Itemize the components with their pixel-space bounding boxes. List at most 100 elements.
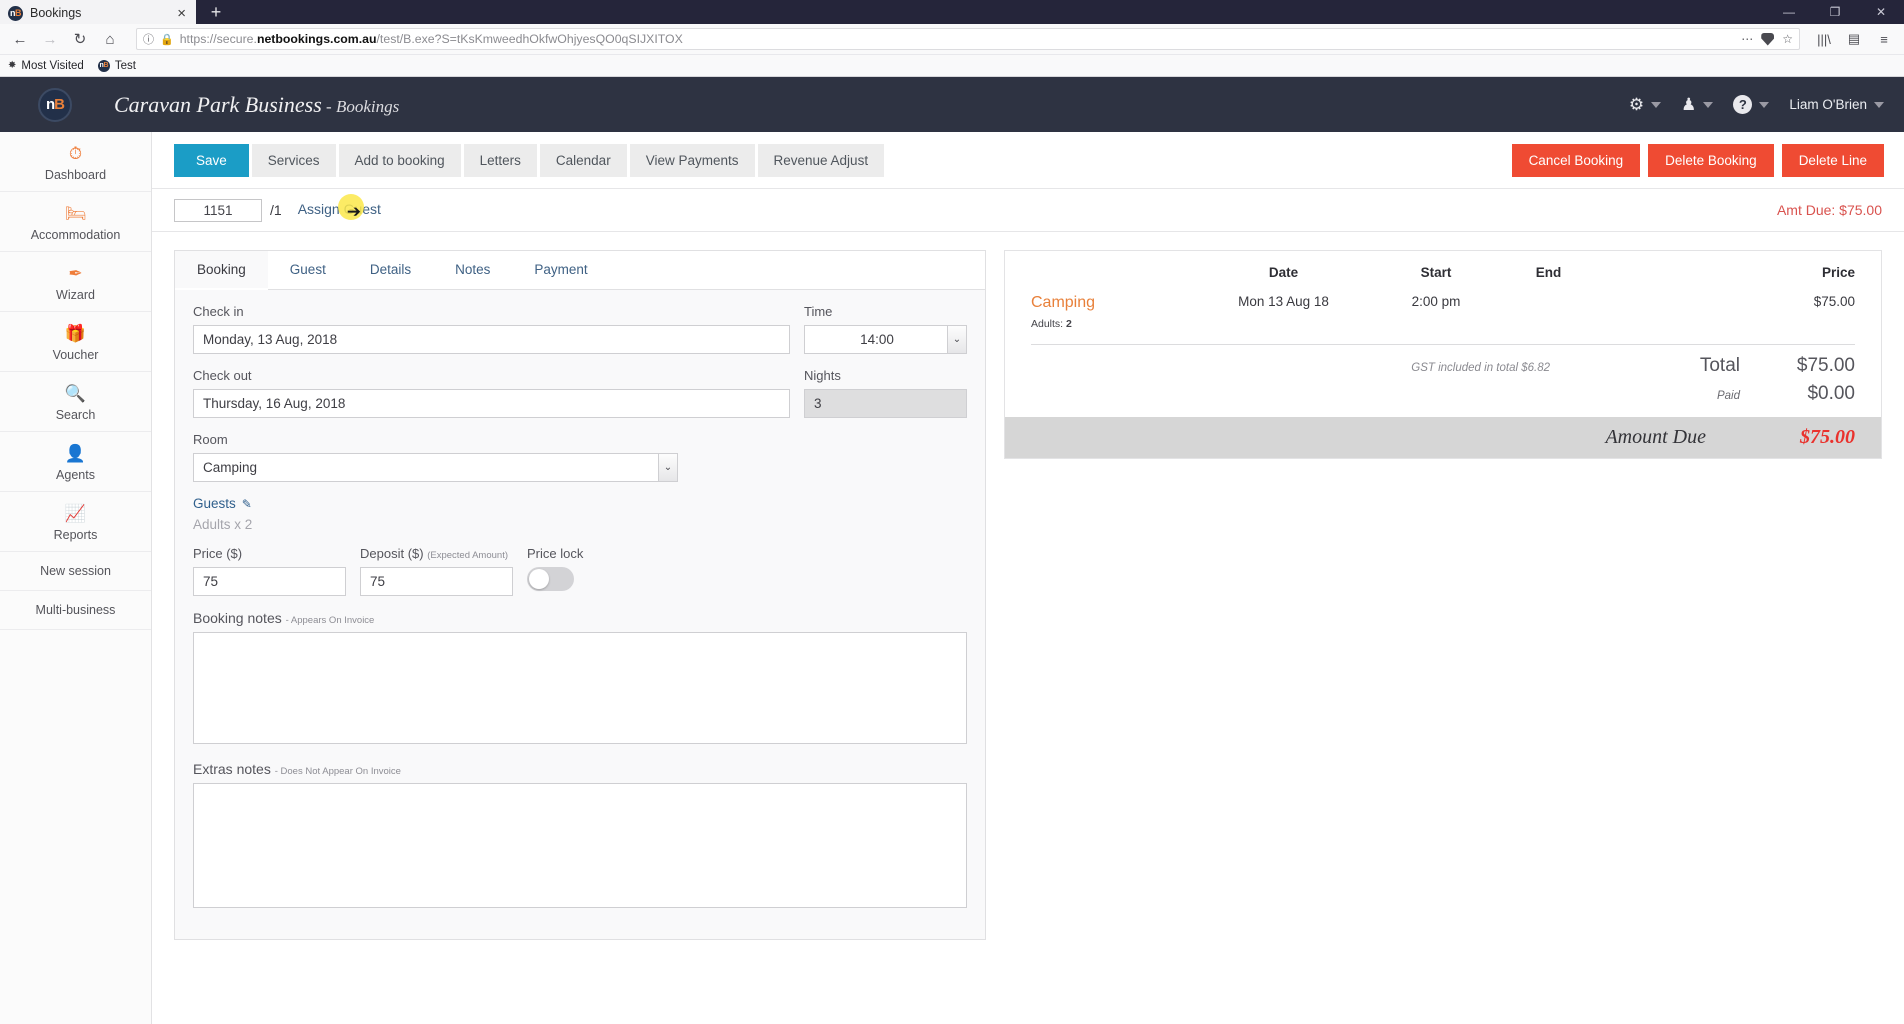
page-info-icon[interactable]: ⓘ	[143, 31, 154, 47]
reload-icon[interactable]: ↻	[66, 26, 94, 52]
bookmark-star-icon[interactable]: ☆	[1782, 32, 1793, 46]
help-icon: ?	[1733, 95, 1753, 114]
total-label: Total	[1699, 355, 1740, 376]
table-row[interactable]: Camping Mon 13 Aug 18 2:00 pm $75.00	[1005, 290, 1881, 312]
tab-booking[interactable]: Booking	[175, 251, 268, 290]
col-start: Start	[1420, 265, 1452, 280]
page-actions-icon[interactable]: ⋯	[1741, 32, 1753, 46]
person-icon: 👤	[64, 443, 87, 463]
sidebar-item-voucher[interactable]: 🎁 Voucher	[0, 312, 151, 372]
tab-close-icon[interactable]: ×	[175, 6, 188, 21]
time-select[interactable]	[804, 325, 967, 354]
header-actions: ⚙ ♟ ? Liam O'Brien	[1629, 95, 1884, 115]
sidebar-item-dashboard[interactable]: ⏱ Dashboard	[0, 132, 151, 192]
delete-booking-button[interactable]: Delete Booking	[1648, 143, 1774, 177]
checkin-input[interactable]	[193, 325, 790, 354]
mouse-cursor-icon: ➔	[346, 202, 361, 221]
browser-toolbar-actions: |||\ ▤ ≡	[1810, 26, 1898, 52]
tab-guest[interactable]: Guest	[268, 251, 348, 289]
sidebar-item-reports[interactable]: 📈 Reports	[0, 492, 151, 552]
paid-value: $0.00	[1807, 383, 1855, 404]
tab-notes[interactable]: Notes	[433, 251, 512, 289]
booking-id-input[interactable]	[174, 198, 262, 222]
browser-tab[interactable]: nB Bookings ×	[0, 0, 196, 24]
tab-payment[interactable]: Payment	[512, 251, 609, 289]
bookmark-most-visited[interactable]: ✸ Most Visited	[8, 60, 84, 72]
page-title: Caravan Park Business - Bookings	[114, 91, 400, 117]
service-name: Camping	[1031, 294, 1096, 311]
add-to-booking-button[interactable]: Add to booking	[338, 143, 461, 177]
cancel-booking-button[interactable]: Cancel Booking	[1511, 143, 1641, 177]
service-start: 2:00 pm	[1411, 294, 1461, 309]
sidebar-item-multi-business[interactable]: Multi-business	[0, 591, 151, 630]
price-lock-toggle[interactable]	[527, 567, 574, 591]
user-menu[interactable]: Liam O'Brien	[1789, 97, 1884, 112]
url-actions: ⋯ ☆	[1741, 32, 1793, 46]
gear-icon: ⚙	[1628, 94, 1645, 114]
new-tab-icon[interactable]: +	[196, 0, 236, 24]
time-select-wrap: ⌄	[804, 325, 967, 354]
paid-label: Paid	[1716, 390, 1740, 402]
gst-note: GST included in total $6.82	[1411, 362, 1550, 374]
app-shell: ⏱ Dashboard 🛏 Accommodation ✒ Wizard 🎁 V…	[0, 132, 1904, 1024]
back-icon[interactable]: ←	[6, 26, 34, 52]
paid-row: Paid $0.00	[1005, 379, 1881, 417]
window-maximize-icon[interactable]: ❐	[1812, 0, 1858, 24]
price-input[interactable]	[193, 567, 346, 596]
room-select[interactable]	[193, 453, 678, 482]
url-text: https://secure.netbookings.com.au/test/B…	[179, 32, 683, 46]
help-menu[interactable]: ?	[1733, 95, 1770, 114]
letters-button[interactable]: Letters	[463, 143, 537, 177]
chevron-down-icon[interactable]: ⌄	[947, 326, 966, 353]
booking-panels: Booking Guest Details Notes Payment Chec…	[152, 232, 1904, 940]
booking-id-bar: /1 Assign Guest ➔ Amt Due: $75.00	[152, 188, 1904, 232]
save-button[interactable]: Save	[174, 143, 249, 177]
dashboard-icon: ⏱	[68, 143, 83, 163]
most-visited-icon: ✸	[8, 60, 17, 71]
services-button[interactable]: Services	[251, 143, 336, 177]
revenue-adjust-button[interactable]: Revenue Adjust	[757, 143, 885, 177]
chevron-down-icon[interactable]: ⌄	[658, 454, 677, 481]
agent-menu[interactable]: ♟	[1681, 95, 1714, 115]
deposit-input[interactable]	[360, 567, 513, 596]
booking-notes-label: Booking notes - Appears On Invoice	[193, 610, 375, 626]
sidebar-item-label: Wizard	[56, 288, 95, 302]
lock-icon: 🔒	[160, 33, 174, 46]
delete-line-button[interactable]: Delete Line	[1781, 143, 1884, 177]
tab-details[interactable]: Details	[348, 251, 433, 289]
pocket-icon[interactable]	[1761, 32, 1775, 46]
guests-edit-link[interactable]: Guests ✎	[193, 496, 967, 511]
sidebar-item-wizard[interactable]: ✒ Wizard	[0, 252, 151, 312]
sidebar-item-agents[interactable]: 👤 Agents	[0, 432, 151, 492]
library-icon[interactable]: |||\	[1810, 26, 1838, 52]
service-end	[1501, 294, 1596, 312]
sidebar-item-search[interactable]: 🔍 Search	[0, 372, 151, 432]
sidebar-item-new-session[interactable]: New session	[0, 552, 151, 591]
bookmark-test[interactable]: nB Test	[97, 59, 136, 72]
settings-menu[interactable]: ⚙	[1628, 94, 1662, 115]
sidebar-item-accommodation[interactable]: 🛏 Accommodation	[0, 192, 151, 252]
forward-icon[interactable]: →	[36, 26, 64, 52]
bed-icon: 🛏	[64, 203, 87, 223]
col-end: End	[1535, 265, 1562, 280]
room-select-wrap: ⌄	[193, 453, 678, 482]
view-payments-button[interactable]: View Payments	[629, 143, 755, 177]
sidebar-item-label: Agents	[56, 468, 95, 482]
url-bar[interactable]: ⓘ 🔒 https://secure.netbookings.com.au/te…	[136, 28, 1800, 50]
checkout-input[interactable]	[193, 389, 790, 418]
booking-summary-panel: Date Start End Price Camping Mon 13 Aug …	[1004, 250, 1882, 459]
guests-summary: Adults x 2	[193, 517, 253, 532]
checkin-row: Check in Time ⌄	[193, 304, 967, 354]
sidebar-icon[interactable]: ▤	[1840, 26, 1868, 52]
total-value: $75.00	[1796, 355, 1855, 376]
browser-menu-icon[interactable]: ≡	[1870, 26, 1898, 52]
calendar-button[interactable]: Calendar	[539, 143, 627, 177]
home-icon[interactable]: ⌂	[96, 26, 124, 52]
col-price: Price	[1821, 265, 1855, 280]
window-minimize-icon[interactable]: —	[1766, 0, 1812, 24]
window-close-icon[interactable]: ✕	[1858, 0, 1904, 24]
chevron-down-icon	[1651, 101, 1662, 108]
booking-notes-textarea[interactable]	[193, 632, 967, 744]
extras-notes-textarea[interactable]	[193, 783, 967, 908]
booking-form-panel: Booking Guest Details Notes Payment Chec…	[174, 250, 986, 940]
